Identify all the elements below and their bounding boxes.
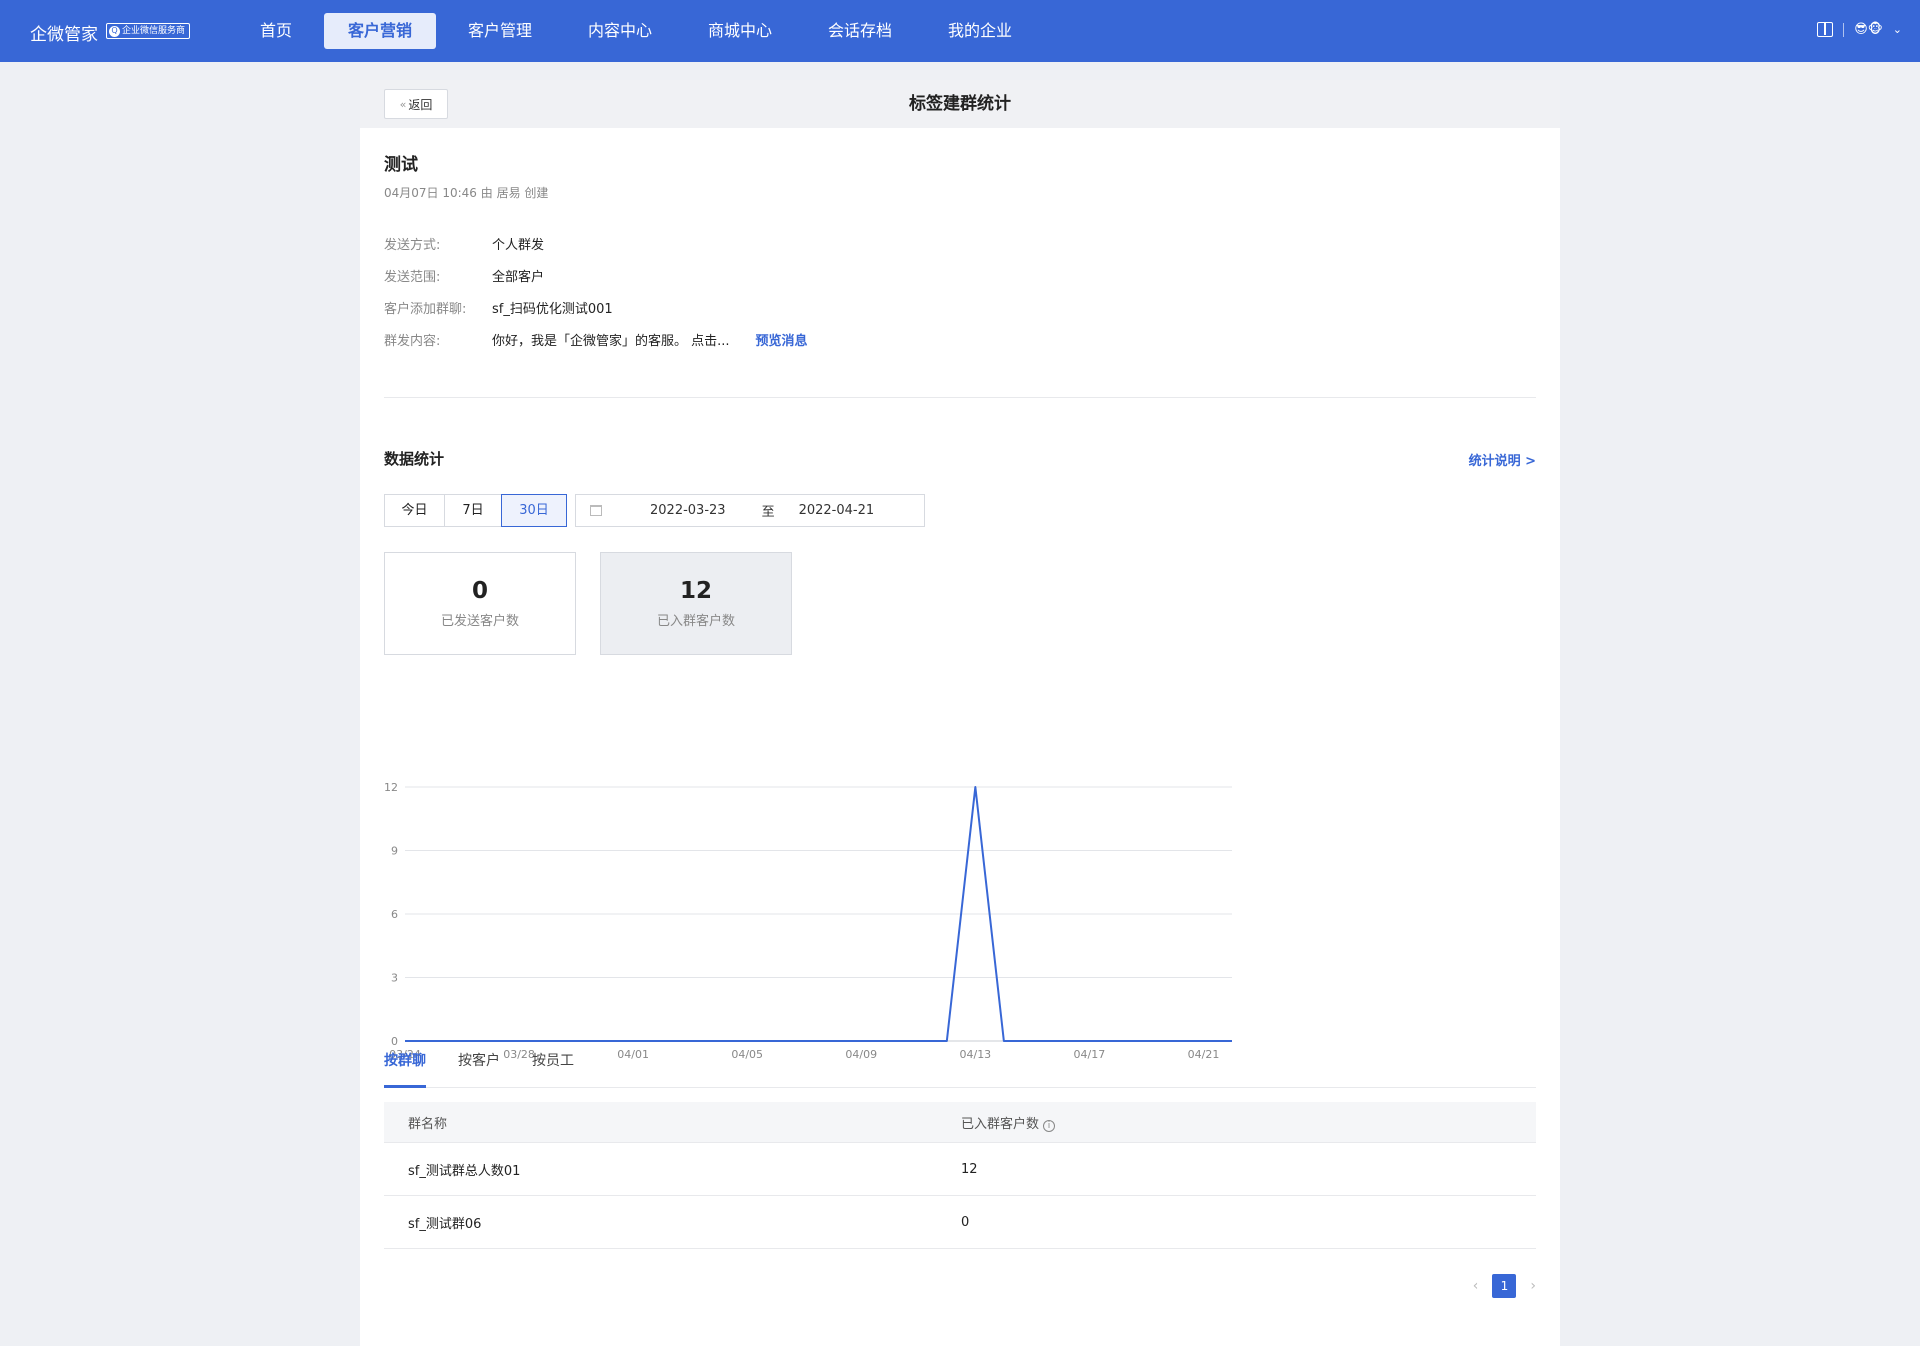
page-number[interactable]: 1 xyxy=(1492,1274,1517,1298)
range-7d[interactable]: 7日 xyxy=(444,494,502,527)
date-start[interactable]: 2022-03-23 xyxy=(650,503,726,518)
info-row-send-method: 发送方式: 个人群发 xyxy=(384,234,544,253)
stat-card-sent[interactable]: 0 已发送客户数 xyxy=(384,552,576,655)
back-button-label: 返回 xyxy=(408,97,433,112)
task-name: 测试 xyxy=(384,155,418,175)
section-divider xyxy=(384,397,1536,398)
nav-item-customer-marketing[interactable]: 客户营销 xyxy=(324,13,436,49)
y-tick-label: 12 xyxy=(384,781,398,794)
range-selector: 今日 7日 30日 xyxy=(384,494,567,527)
info-value: 个人群发 xyxy=(492,238,545,253)
calendar-icon xyxy=(590,505,602,516)
tab-by-group[interactable]: 按群聊 xyxy=(384,1046,426,1088)
info-row-send-scope: 发送范围: 全部客户 xyxy=(384,266,544,285)
y-tick-label: 9 xyxy=(391,845,398,858)
column-header-joined-count: 已入群客户数 i xyxy=(961,1113,1536,1132)
nav-item-customer-management[interactable]: 客户管理 xyxy=(468,13,532,49)
info-key: 发送范围: xyxy=(384,270,441,285)
info-row-content: 群发内容: 你好，我是「企微管家」的客服。 点击... 预览消息 xyxy=(384,330,808,349)
stat-card-label: 已入群客户数 xyxy=(656,614,735,629)
nav-item-mall-center[interactable]: 商城中心 xyxy=(708,13,772,49)
range-today[interactable]: 今日 xyxy=(384,494,445,527)
panel-header: 标签建群统计 « 返回 xyxy=(360,80,1560,128)
back-button[interactable]: « 返回 xyxy=(384,89,448,119)
range-30d[interactable]: 30日 xyxy=(501,494,567,527)
stat-card-joined[interactable]: 12 已入群客户数 xyxy=(600,552,792,655)
info-row-group-chat: 客户添加群聊: sf_扫码优化测试001 xyxy=(384,298,613,317)
cell-group-name: sf_测试群06 xyxy=(408,1216,482,1232)
stats-explain-link[interactable]: 统计说明 > xyxy=(1469,450,1536,469)
nav-item-my-enterprise[interactable]: 我的企业 xyxy=(948,13,1012,49)
main-panel: 标签建群统计 « 返回 测试 04月07日 10:46 由 居易 创建 发送方式… xyxy=(360,80,1560,1346)
nav-divider xyxy=(1843,22,1845,37)
top-nav: 企微管家 Q 企业微信服务商 首页 客户营销 客户管理 内容中心 商城中心 会话… xyxy=(0,0,1920,62)
stats-title: 数据统计 xyxy=(384,450,445,468)
tab-bar: 按群聊 按客户 按员工 xyxy=(384,1046,1536,1088)
date-range-picker[interactable]: 2022-03-23 至 2022-04-21 xyxy=(575,494,925,527)
y-tick-label: 6 xyxy=(391,908,398,921)
tab-by-customer[interactable]: 按客户 xyxy=(458,1046,500,1088)
preview-message-link[interactable]: 预览消息 xyxy=(756,330,808,349)
stat-card-value: 0 xyxy=(471,578,488,604)
joined-customers-line-chart: 03691203/24 03/28 04/01 04/05 04/09 04/13 04/1… xyxy=(384,781,1232,1061)
task-meta: 04月07日 10:46 由 居易 创建 xyxy=(384,186,549,200)
info-icon[interactable]: i xyxy=(1043,1119,1056,1132)
stat-card-value: 12 xyxy=(679,578,712,604)
cell-joined-count: 0 xyxy=(961,1214,970,1230)
stat-card-label: 已发送客户数 xyxy=(440,614,519,629)
table-row[interactable]: sf_测试群06 0 xyxy=(384,1196,1536,1249)
wecom-icon: Q xyxy=(109,25,120,37)
pagination: ‹ 1 › xyxy=(1473,1274,1536,1298)
tab-by-employee[interactable]: 按员工 xyxy=(532,1046,574,1088)
nav-item-home[interactable]: 首页 xyxy=(258,13,294,49)
date-end[interactable]: 2022-04-21 xyxy=(799,503,875,518)
column-header-group-name: 群名称 xyxy=(408,1116,448,1132)
y-tick-label: 3 xyxy=(391,972,398,985)
nav-right: 😎🐵 ⌄ xyxy=(1817,22,1902,37)
cell-group-name: sf_测试群总人数01 xyxy=(408,1163,521,1179)
brand-name[interactable]: 企微管家 xyxy=(30,20,98,45)
avatar[interactable]: 😎🐵 xyxy=(1854,22,1883,37)
nav-item-chat-archive[interactable]: 会话存档 xyxy=(828,13,892,49)
table-header: 群名称 已入群客户数 i xyxy=(384,1102,1536,1143)
chevron-down-icon[interactable]: ⌄ xyxy=(1893,23,1902,36)
help-book-icon[interactable] xyxy=(1817,22,1834,37)
cell-joined-count: 12 xyxy=(961,1161,978,1177)
info-value: sf_扫码优化测试001 xyxy=(492,302,613,317)
prev-page-icon[interactable]: ‹ xyxy=(1473,1278,1479,1294)
group-table: 群名称 已入群客户数 i sf_测试群总人数01 12 sf_测试群06 0 xyxy=(384,1102,1536,1249)
date-separator: 至 xyxy=(761,505,775,520)
page-title: 标签建群统计 xyxy=(909,94,1011,114)
info-value: 你好，我是「企微管家」的客服。 点击... xyxy=(492,334,730,349)
info-key: 发送方式: xyxy=(384,238,441,253)
next-page-icon[interactable]: › xyxy=(1530,1278,1536,1294)
nav-item-content-center[interactable]: 内容中心 xyxy=(588,13,652,49)
brand-badge-label: 企业微信服务商 xyxy=(122,26,186,36)
double-chevron-left-icon: « xyxy=(399,97,407,111)
brand-badge: Q 企业微信服务商 xyxy=(106,23,191,39)
info-key: 客户添加群聊: xyxy=(384,302,467,317)
table-row[interactable]: sf_测试群总人数01 12 xyxy=(384,1143,1536,1196)
column-header-label: 已入群客户数 xyxy=(961,1116,1040,1132)
info-key: 群发内容: xyxy=(384,334,441,349)
info-value: 全部客户 xyxy=(492,270,545,285)
